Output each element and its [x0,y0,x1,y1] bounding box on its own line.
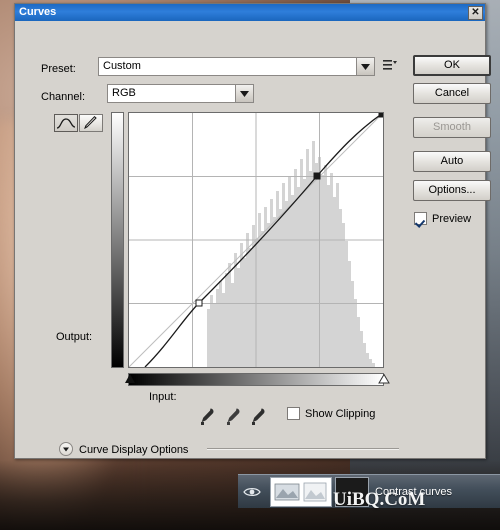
output-gradient-bar [111,112,124,368]
visibility-eye-icon[interactable] [238,477,266,507]
curve-display-options-divider [207,448,399,450]
preset-label: Preset: [41,63,76,75]
dialog-body: Preset: Custom Channel: RGB Output: Inpu… [15,21,491,458]
show-clipping-label: Show Clipping [305,407,376,420]
curves-graph[interactable] [128,112,384,368]
channel-value: RGB [112,87,136,99]
dialog-titlebar[interactable]: Curves ✕ [15,4,485,21]
layer-thumbnail[interactable] [270,476,332,507]
chevron-down-icon-channel [235,85,253,102]
input-label: Input: [149,391,177,403]
channel-select[interactable]: RGB [107,84,254,103]
cancel-button[interactable]: Cancel [413,83,491,104]
black-point-slider[interactable] [124,374,136,387]
options-button[interactable]: Options... [413,180,491,201]
channel-label: Channel: [41,91,86,103]
output-label: Output: [56,331,93,343]
preview-checkbox[interactable]: Preview [414,212,471,225]
curve-display-options-twisty[interactable] [59,442,73,456]
screen: iT.com.cn Curves ✕ Preset: Custom [0,0,500,530]
curve-display-options-label: Curve Display Options [79,444,189,456]
white-point-slider[interactable] [378,373,390,387]
watermark-secondary: UiBQ.CoM [333,489,426,510]
preview-box[interactable] [414,212,427,225]
ok-button[interactable]: OK [413,55,491,76]
input-gradient-bar [128,373,384,386]
curve-point-tool-button[interactable] [54,114,78,132]
close-icon[interactable]: ✕ [468,5,483,20]
set-black-point-eyedropper[interactable] [197,406,215,429]
preview-label: Preview [432,212,472,225]
show-clipping-box[interactable] [287,407,300,420]
dialog-title: Curves [19,6,57,18]
preset-value: Custom [103,60,141,72]
auto-button[interactable]: Auto [413,151,491,172]
set-white-point-eyedropper[interactable] [248,406,266,429]
preset-options-icon[interactable] [382,57,398,74]
set-gray-point-eyedropper[interactable] [223,406,241,429]
curves-dialog: Curves ✕ Preset: Custom Channel: RGB Out… [14,3,491,459]
smooth-button[interactable]: Smooth [413,117,491,138]
pencil-draw-tool-button[interactable] [79,114,103,132]
preset-select[interactable]: Custom [98,57,375,76]
show-clipping-checkbox[interactable]: Show Clipping [287,407,375,420]
chevron-down-icon [356,58,374,75]
